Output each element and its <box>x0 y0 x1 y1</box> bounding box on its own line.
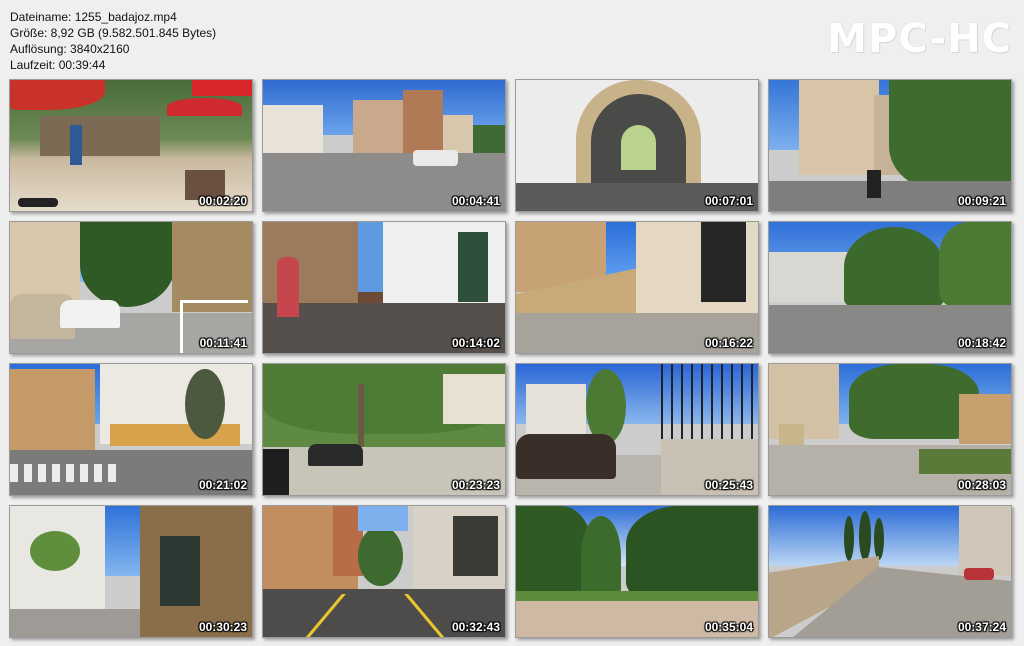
resolution-label: Auflösung: 3840x2160 <box>10 42 130 56</box>
timestamp: 00:23:23 <box>451 478 500 492</box>
thumbnail-2[interactable]: 00:04:41 <box>262 79 506 212</box>
timestamp: 00:14:02 <box>451 336 500 350</box>
thumbnail-14[interactable]: 00:32:43 <box>262 505 506 638</box>
thumbnail-5[interactable]: 00:11:41 <box>9 221 253 354</box>
thumbnail-4[interactable]: 00:09:21 <box>768 79 1012 212</box>
timestamp: 00:09:21 <box>957 194 1006 208</box>
mpc-hc-logo: MPC-HC <box>827 16 1012 62</box>
thumbnail-12[interactable]: 00:28:03 <box>768 363 1012 496</box>
thumbnail-3[interactable]: 00:07:01 <box>515 79 759 212</box>
thumbnail-8[interactable]: 00:18:42 <box>768 221 1012 354</box>
thumbnail-10[interactable]: 00:23:23 <box>262 363 506 496</box>
thumbnail-7[interactable]: 00:16:22 <box>515 221 759 354</box>
thumbnail-9[interactable]: 00:21:02 <box>9 363 253 496</box>
timestamp: 00:37:24 <box>957 620 1006 634</box>
file-info-panel: Dateiname: 1255_badajoz.mp4 Größe: 8,92 … <box>10 9 216 73</box>
timestamp: 00:28:03 <box>957 478 1006 492</box>
file-name-label: Dateiname: 1255_badajoz.mp4 <box>10 10 177 24</box>
timestamp: 00:02:20 <box>198 194 247 208</box>
duration-label: Laufzeit: 00:39:44 <box>10 58 106 72</box>
file-size-label: Größe: 8,92 GB (9.582.501.845 Bytes) <box>10 26 217 40</box>
thumbnail-16[interactable]: 00:37:24 <box>768 505 1012 638</box>
timestamp: 00:25:43 <box>704 478 753 492</box>
timestamp: 00:11:41 <box>199 336 247 350</box>
thumbnail-15[interactable]: 00:35:04 <box>515 505 759 638</box>
timestamp: 00:35:04 <box>704 620 753 634</box>
timestamp: 00:18:42 <box>957 336 1006 350</box>
timestamp: 00:32:43 <box>451 620 500 634</box>
timestamp: 00:04:41 <box>451 194 500 208</box>
timestamp: 00:07:01 <box>704 194 753 208</box>
thumbnail-1[interactable]: 00:02:20 <box>9 79 253 212</box>
timestamp: 00:16:22 <box>704 336 753 350</box>
thumbnail-6[interactable]: 00:14:02 <box>262 221 506 354</box>
thumbnail-grid: 00:02:20 00:04:41 00:07:01 00:09:21 00:1… <box>9 79 1012 638</box>
timestamp: 00:30:23 <box>198 620 247 634</box>
thumbnail-11[interactable]: 00:25:43 <box>515 363 759 496</box>
thumbnail-13[interactable]: 00:30:23 <box>9 505 253 638</box>
timestamp: 00:21:02 <box>198 478 247 492</box>
